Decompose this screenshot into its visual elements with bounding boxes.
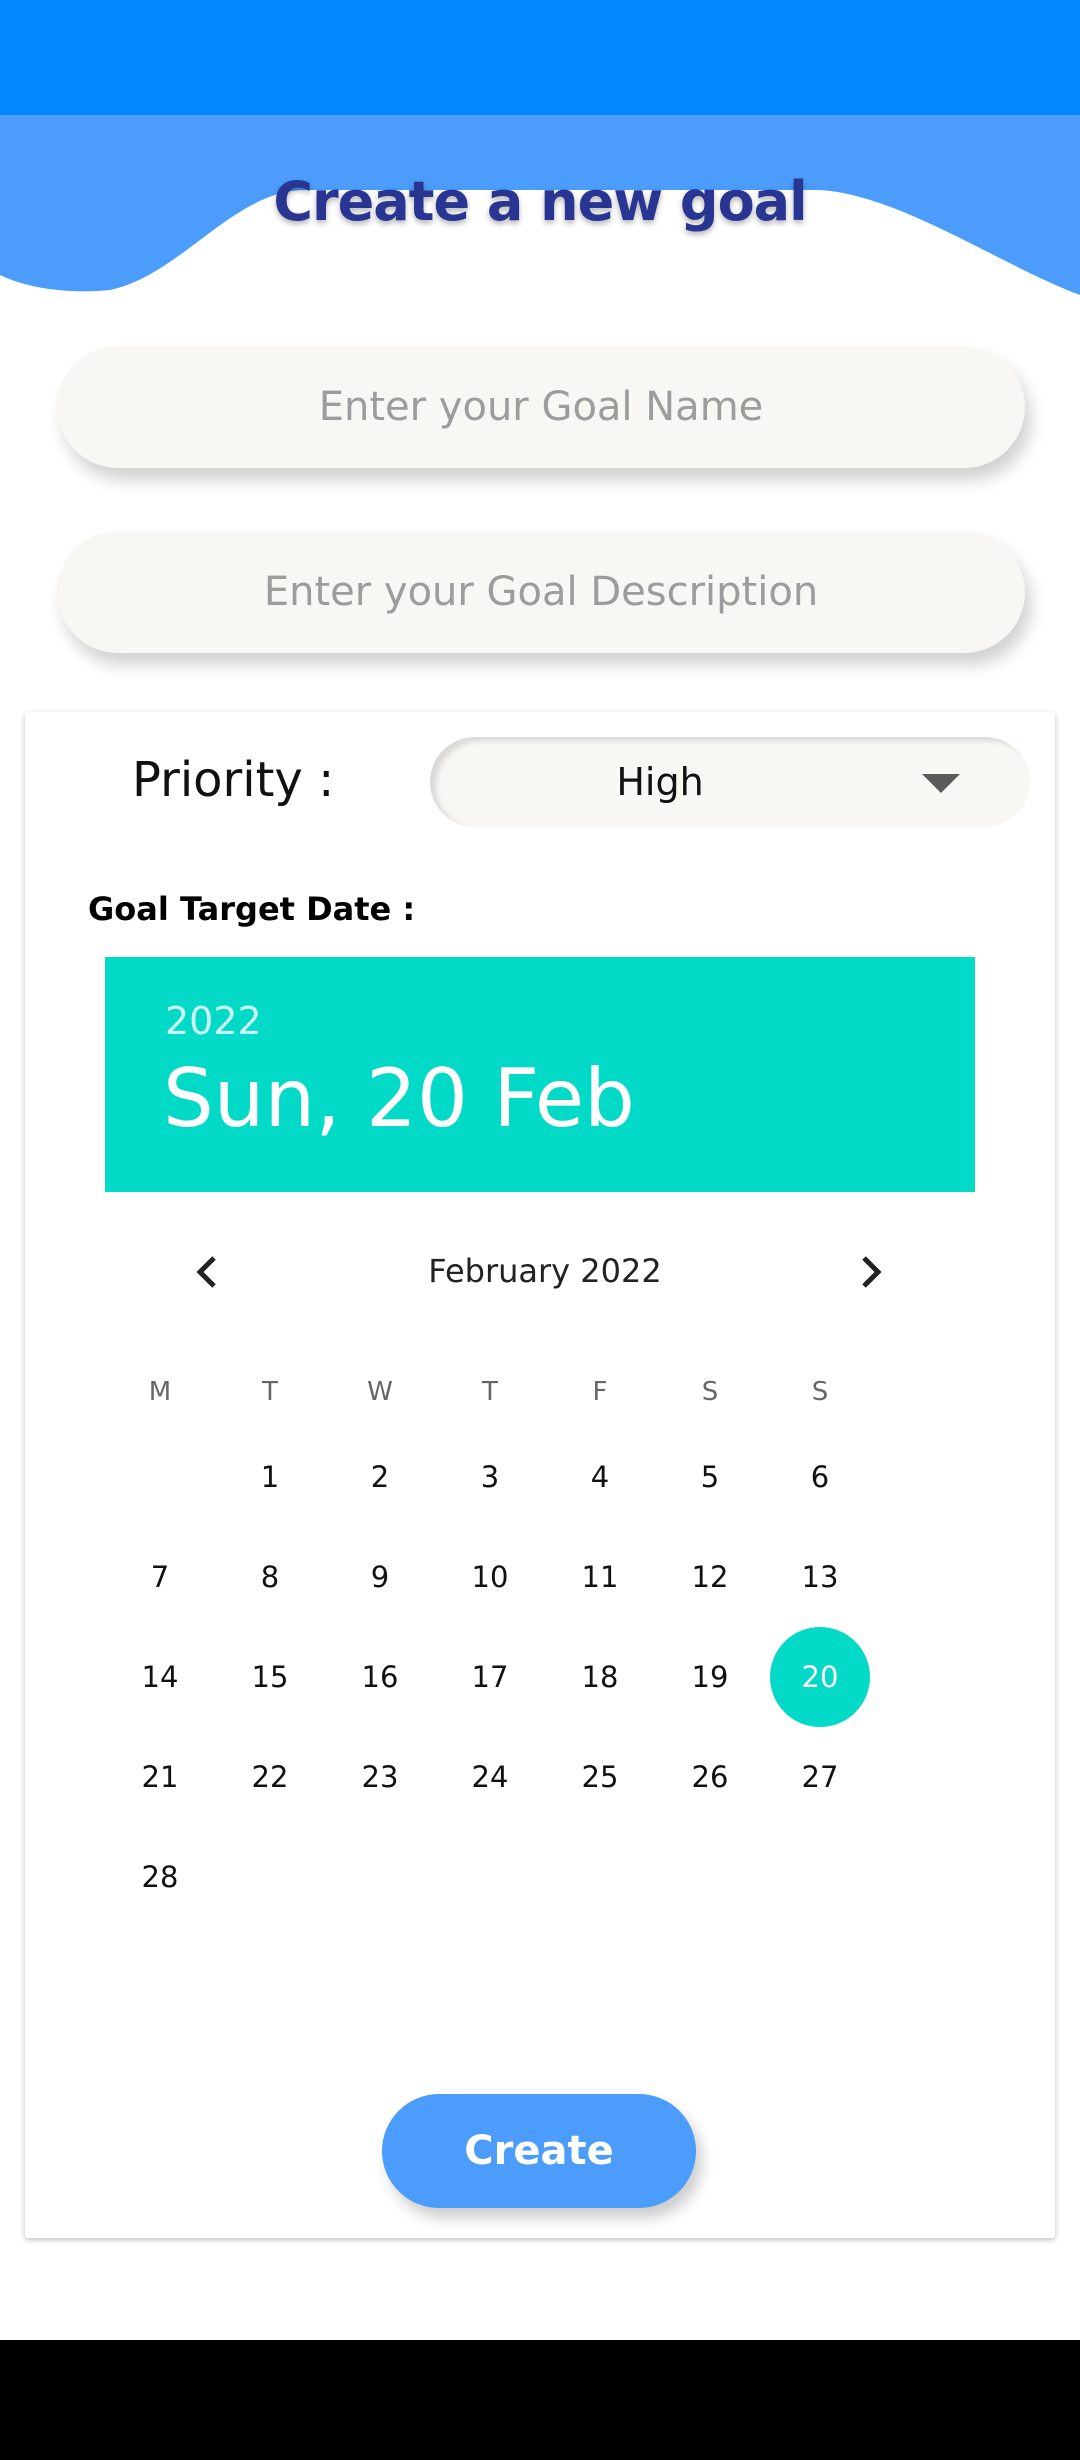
calendar-day[interactable]: 23 xyxy=(330,1727,430,1827)
calendar-day[interactable]: 15 xyxy=(220,1627,320,1727)
calendar-day[interactable]: 10 xyxy=(440,1527,540,1627)
date-picker-header: 2022 Sun, 20 Feb xyxy=(105,957,975,1192)
priority-label: Priority : xyxy=(132,752,335,808)
priority-dropdown[interactable]: High xyxy=(430,737,1030,827)
selected-date: Sun, 20 Feb xyxy=(163,1052,635,1145)
calendar-day[interactable]: 22 xyxy=(220,1727,320,1827)
weekday-label: M xyxy=(148,1377,172,1407)
calendar-day[interactable]: 18 xyxy=(550,1627,650,1727)
calendar-day[interactable]: 27 xyxy=(770,1727,870,1827)
calendar-day[interactable]: 19 xyxy=(660,1627,760,1727)
calendar-day[interactable]: 26 xyxy=(660,1727,760,1827)
calendar-day[interactable]: 21 xyxy=(110,1727,210,1827)
weekday-label: S xyxy=(811,1377,829,1407)
calendar-day[interactable]: 12 xyxy=(660,1527,760,1627)
goal-settings-card: Priority : High Goal Target Date : 2022 … xyxy=(25,712,1055,2238)
calendar-day[interactable]: 8 xyxy=(220,1527,320,1627)
page-title: Create a new goal xyxy=(273,170,807,233)
calendar-day[interactable]: 6 xyxy=(770,1427,870,1527)
goal-description-input[interactable] xyxy=(57,531,1025,653)
calendar-day[interactable]: 1 xyxy=(220,1427,320,1527)
chevron-right-icon[interactable] xyxy=(850,1252,890,1292)
goal-name-input[interactable] xyxy=(57,346,1025,468)
weekday-label: F xyxy=(592,1377,608,1407)
chevron-left-icon[interactable] xyxy=(188,1252,228,1292)
weekday-label: T xyxy=(262,1377,278,1407)
status-bar xyxy=(0,0,1080,115)
weekday-label: S xyxy=(701,1377,719,1407)
calendar-day-selected[interactable]: 20 xyxy=(770,1627,870,1727)
calendar-day[interactable]: 4 xyxy=(550,1427,650,1527)
calendar-day[interactable]: 2 xyxy=(330,1427,430,1527)
goal-target-date-label: Goal Target Date : xyxy=(88,890,416,928)
calendar-day[interactable]: 17 xyxy=(440,1627,540,1727)
calendar-day[interactable]: 5 xyxy=(660,1427,760,1527)
calendar-day[interactable]: 24 xyxy=(440,1727,540,1827)
calendar-month-title: February 2022 xyxy=(428,1252,662,1290)
caret-down-icon xyxy=(922,774,960,793)
calendar-day[interactable]: 28 xyxy=(110,1827,210,1927)
calendar-day[interactable]: 16 xyxy=(330,1627,430,1727)
create-button[interactable]: Create xyxy=(382,2094,696,2208)
calendar-day[interactable]: 11 xyxy=(550,1527,650,1627)
weekday-label: W xyxy=(367,1377,393,1407)
calendar-day[interactable]: 13 xyxy=(770,1527,870,1627)
calendar-day[interactable]: 25 xyxy=(550,1727,650,1827)
calendar-day[interactable]: 7 xyxy=(110,1527,210,1627)
priority-selected-value: High xyxy=(616,760,704,804)
selected-year[interactable]: 2022 xyxy=(165,999,262,1043)
calendar-day[interactable]: 14 xyxy=(110,1627,210,1727)
calendar-day[interactable]: 9 xyxy=(330,1527,430,1627)
weekday-label: T xyxy=(482,1377,498,1407)
calendar-day[interactable]: 3 xyxy=(440,1427,540,1527)
system-navigation-bar xyxy=(0,2340,1080,2460)
